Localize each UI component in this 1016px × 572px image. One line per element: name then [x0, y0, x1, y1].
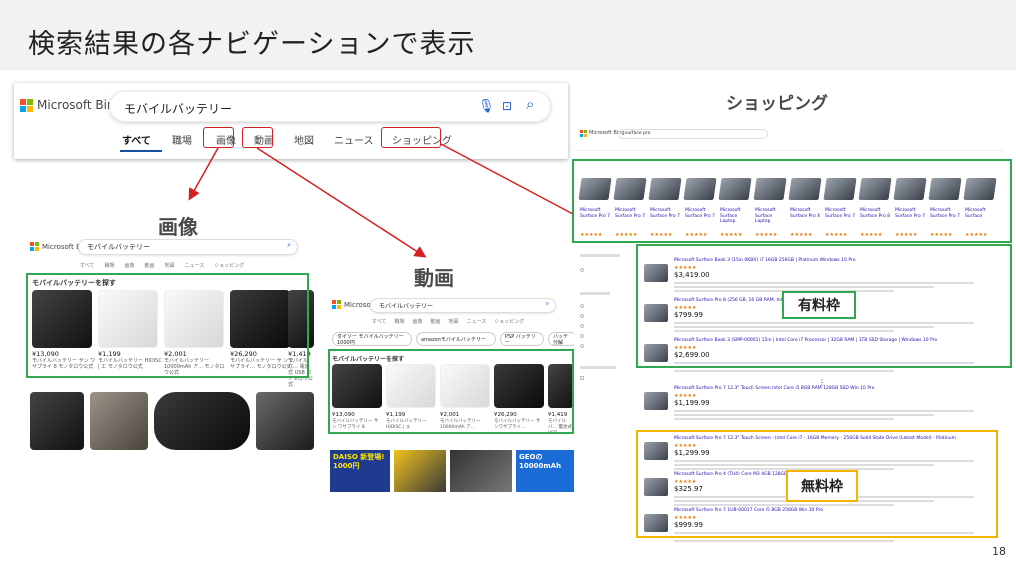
- mini-tab[interactable]: 地図: [449, 318, 459, 325]
- filter-radio[interactable]: [580, 334, 584, 338]
- image-result[interactable]: [154, 392, 250, 450]
- filter-checkbox[interactable]: [580, 376, 584, 380]
- filter-heading: [580, 366, 616, 369]
- images-highlight: [26, 273, 309, 378]
- result-snippet-line: [674, 410, 974, 412]
- page-number: 18: [992, 545, 1006, 558]
- video-thumb[interactable]: [394, 450, 446, 492]
- mini-query: モバイルバッテリー: [87, 243, 150, 251]
- microsoft-logo-icon: [580, 130, 587, 137]
- video-thumb[interactable]: DAISO 新登場! 1000円: [330, 450, 390, 492]
- related-chip[interactable]: PSP バッテリー: [500, 332, 544, 346]
- mini-tabs: すべて 職場 画像 動画 地図 ニュース ショッピング: [80, 262, 244, 269]
- filter-radio[interactable]: [580, 304, 584, 308]
- mini-tab[interactable]: 動画: [430, 318, 440, 325]
- filter-heading: [580, 254, 620, 257]
- mini-search-box[interactable]: モバイルバッテリー ⌕: [78, 239, 298, 255]
- videos-highlight: [328, 349, 574, 434]
- microsoft-logo-icon: [30, 242, 39, 251]
- filter-radio[interactable]: [580, 324, 584, 328]
- result-snippet-line: [674, 418, 894, 420]
- arrow-to-shopping: [440, 143, 591, 224]
- free-label: 無料枠: [786, 470, 858, 502]
- mini-tab[interactable]: 画像: [124, 262, 134, 269]
- divider: [574, 150, 1004, 151]
- result-snippet-line: [674, 370, 894, 372]
- image-result[interactable]: [256, 392, 314, 450]
- image-result[interactable]: [30, 392, 84, 450]
- image-result[interactable]: [90, 392, 148, 450]
- mini-tab[interactable]: 画像: [412, 318, 422, 325]
- paid-label: 有料枠: [782, 291, 856, 319]
- mini-tab[interactable]: ニュース: [467, 318, 487, 325]
- mini-tab[interactable]: 地図: [165, 262, 175, 269]
- mini-tab[interactable]: すべて: [80, 262, 94, 269]
- mini-search-box[interactable]: surface pro: [618, 129, 768, 139]
- mini-search-box[interactable]: モバイルバッテリー ⌕: [370, 298, 556, 313]
- filter-heading: [580, 292, 610, 295]
- filter-radio[interactable]: [580, 268, 584, 272]
- arrow-to-images: [188, 147, 219, 201]
- filter-radio[interactable]: [580, 344, 584, 348]
- mini-tabs: すべて 職場 画像 動画 地図 ニュース ショッピング: [372, 318, 524, 325]
- mini-tab[interactable]: ショッピング: [494, 318, 524, 325]
- mini-query: surface pro: [625, 131, 651, 136]
- shopping-carousel-highlight: [572, 159, 1012, 243]
- result-title[interactable]: Microsoft Surface Pro 7 12.3" Touch Scre…: [674, 386, 994, 392]
- result-price: $1,199.99: [674, 399, 710, 407]
- mini-tab[interactable]: 動画: [144, 262, 154, 269]
- filter-radio[interactable]: [580, 314, 584, 318]
- video-thumb[interactable]: [450, 450, 512, 492]
- mini-tab[interactable]: ニュース: [185, 262, 205, 269]
- search-icon[interactable]: ⌕: [287, 241, 291, 250]
- result-snippet-line: [674, 414, 934, 416]
- related-chip[interactable]: ダイソー モバイルバッテリー 1000円: [332, 332, 412, 346]
- video-thumb[interactable]: GEOの 10000mAh: [516, 450, 574, 492]
- related-chip[interactable]: amazonモバイルバッテリー: [416, 332, 496, 346]
- related-chip[interactable]: バッテ 分解: [548, 332, 576, 346]
- mini-tab[interactable]: すべて: [372, 318, 386, 325]
- mini-query: モバイルバッテリー: [379, 303, 434, 310]
- search-icon[interactable]: ⌕: [546, 300, 549, 308]
- slide: 検索結果の各ナビゲーションで表示 Microsoft Bing モバイルバッテリ…: [0, 0, 1016, 572]
- mini-tab[interactable]: 職場: [394, 318, 404, 325]
- videos-label: 動画: [414, 266, 454, 290]
- result-product-image[interactable]: [644, 392, 668, 410]
- mini-tab[interactable]: 職場: [104, 262, 114, 269]
- filter-sidebar: [580, 244, 632, 414]
- mini-tab[interactable]: ショッピング: [214, 262, 244, 269]
- microsoft-logo-icon: [332, 300, 341, 309]
- result-snippet-line: [674, 540, 894, 542]
- shopping-label: ショッピング: [726, 94, 828, 114]
